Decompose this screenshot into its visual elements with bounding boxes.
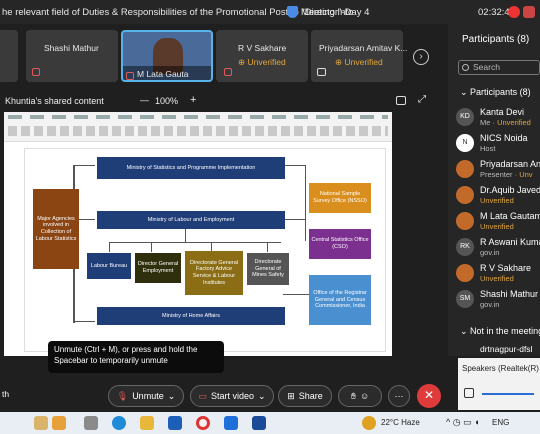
shared-screen[interactable]: Ministry of Statistics and Programme Imp… [4,112,392,356]
share-toolbar: Khuntia's shared content — 100% + ⤢ [0,94,440,110]
tile-name: Priyadarsan Amitav K... [319,43,408,53]
unmute-button[interactable]: 🎙︎ Unmute ⌄ [108,385,184,407]
video-tile[interactable]: R V Sakhare ⊕ Unverified [216,30,308,82]
avatar [456,186,474,204]
participant-row[interactable]: RK R Aswani Kuma gov.in [456,236,540,262]
box-labour-ministry: Ministry of Labour and Employment [97,211,285,229]
not-in-meeting-header[interactable]: ⌄ Not in the meeting [460,326,540,337]
participants-panel: Participants (8) Search ⌄ Participants (… [448,24,540,356]
avatar [456,264,474,282]
raise-hand-icon: ✋︎ [350,390,356,401]
unmute-tooltip: Unmute (Ctrl + M), or press and hold the… [48,341,224,373]
emoji-icon: ☺ [359,391,370,401]
next-tiles-button[interactable]: › [413,49,429,65]
start-video-button[interactable]: ▭ Start video ⌄ [190,385,274,407]
camera-off-icon: ▭ [198,390,207,401]
participant-row[interactable]: drtnagpur-dfsl [480,344,532,354]
box-labour-bureau: Labour Bureau [87,253,131,279]
chevron-down-icon[interactable]: ⌄ [258,391,266,402]
box-dgfasli: Directorate General Factory Advice Servi… [185,251,243,295]
video-tile[interactable]: Priyadarsan Amitav K... ⊕ Unverified [311,30,407,82]
reactions-button[interactable]: ✋︎ ☺ [338,385,382,407]
participant-row[interactable]: KD Kanta Devi Me · Unverified [456,106,540,132]
partial-label: th [2,389,10,399]
chrome-icon[interactable] [196,416,210,430]
zoom-out-button[interactable]: — [140,95,149,105]
box-nsso: National Sample Survey Office (NSSO) [309,183,371,213]
avatar [456,160,474,178]
avatar: KD [456,108,474,126]
taskbar-app-icon[interactable] [52,416,66,430]
speaker-device-label[interactable]: Speakers (Realtek(R) [462,364,539,373]
taskbar-app-icon[interactable] [84,416,98,430]
leave-button[interactable]: ✕ [417,384,441,408]
popout-icon[interactable] [396,96,406,105]
mic-off-icon [32,68,40,76]
unverified-label: ⊕ Unverified [335,57,383,67]
tile-name: Shashi Mathur [44,43,99,53]
slide-canvas: Ministry of Statistics and Programme Imp… [24,148,386,352]
participant-row[interactable]: SM Shashi Mathur gov.in [456,288,540,314]
share-screen-icon: ⊞ [287,390,295,401]
screen-share-icon [317,68,326,76]
participant-row[interactable]: R V Sakhare Unverified [456,262,540,288]
edge-icon[interactable] [112,416,126,430]
avatar: N [456,134,474,152]
window-control-icon[interactable] [523,6,535,18]
shared-content-label: Khuntia's shared content [5,96,104,106]
more-options-button[interactable]: ··· [388,385,410,407]
tray-icons[interactable]: ^ ◷ ▭ ◖ [446,417,480,428]
participant-row[interactable]: Dr.Aquib Javed Unverified [456,184,540,210]
avatar [456,212,474,230]
chevron-down-icon[interactable]: ⌄ [168,391,176,402]
video-tile[interactable]: Shashi Mathur [26,30,118,82]
box-home-affairs: Ministry of Home Affairs [97,307,285,325]
taskbar-app-icon[interactable] [252,416,266,430]
tile-name: R V Sakhare [238,43,287,53]
box-rgi: Office of the Registrar General and Cens… [309,275,371,325]
participant-row[interactable]: N NICS Noida Host [456,132,540,158]
participants-section-header[interactable]: ⌄ Participants (8) [460,87,531,98]
taskbar-app-icon[interactable] [34,416,48,430]
video-tile-partial[interactable] [0,30,18,82]
avatar: RK [456,238,474,256]
box-mospi: Ministry of Statistics and Programme Imp… [97,157,285,179]
weather-label[interactable]: 22°C Haze [381,418,420,427]
meeting-info-button[interactable]: Meeting Info [301,7,353,18]
participants-title: Participants (8) [462,34,530,45]
zoom-in-button[interactable]: + [190,94,196,106]
speaker-icon [464,388,474,398]
expand-icon[interactable]: ⤢ [418,94,426,105]
tile-name: M Lata Gauta [137,69,189,79]
box-dge: Director General Employment [135,253,181,283]
share-button[interactable]: ⊞ Share [278,385,332,407]
unverified-label: ⊕ Unverified [238,57,286,67]
participant-row[interactable]: M Lata Gautam Unverified [456,210,540,236]
participant-row[interactable]: Priyadarsan An Presenter · Unv [456,158,540,184]
mic-off-icon [126,72,134,80]
taskbar-app-icon[interactable] [224,416,238,430]
avatar: SM [456,290,474,308]
video-tile-active[interactable]: M Lata Gauta [121,30,213,82]
participants-search[interactable]: Search [458,60,540,75]
record-icon[interactable] [508,6,520,18]
taskbar-app-icon[interactable] [168,416,182,430]
shield-icon [287,6,298,18]
search-icon [462,64,469,71]
language-indicator[interactable]: ENG [492,418,509,427]
title-bar: he relevant field of Duties & Responsibi… [0,0,540,24]
volume-slider[interactable] [482,393,534,395]
folder-icon[interactable] [140,416,154,430]
weather-icon [362,416,376,430]
box-cso: Central Statistics Office (CSO) [309,229,371,259]
ppt-ribbon [4,112,392,142]
zoom-level: 100% [155,96,179,106]
speaker-popup: Speakers (Realtek(R) [458,358,540,410]
mic-off-icon: 🎙︎ [116,390,129,401]
box-dgms: Directorate General of Mines Safety [247,253,289,285]
mic-off-icon [224,68,232,76]
box-major-agencies: Major Agencies involved in Collection of… [33,189,79,269]
windows-taskbar: 22°C Haze ^ ◷ ▭ ◖ ENG [0,412,540,434]
